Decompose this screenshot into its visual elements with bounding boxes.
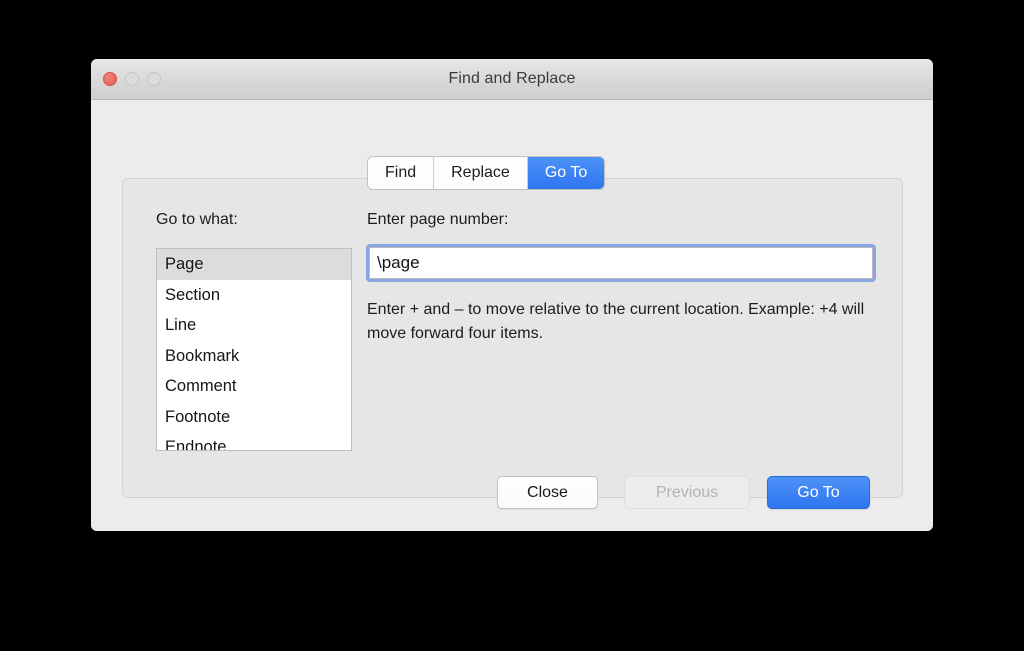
help-text: Enter + and – to move relative to the cu… bbox=[367, 298, 872, 346]
go-to-what-label: Go to what: bbox=[156, 211, 238, 229]
mode-tabs[interactable]: Find Replace Go To bbox=[368, 157, 604, 189]
list-item[interactable]: Bookmark bbox=[157, 341, 351, 372]
list-item[interactable]: Page bbox=[157, 249, 351, 280]
dialog-body: Find Replace Go To Go to what: Enter pag… bbox=[91, 100, 933, 531]
close-button[interactable]: Close bbox=[497, 476, 598, 509]
page-number-field-focus-ring bbox=[366, 244, 876, 282]
tab-find[interactable]: Find bbox=[368, 157, 434, 189]
enter-page-number-label: Enter page number: bbox=[367, 211, 508, 229]
window-title: Find and Replace bbox=[91, 70, 933, 88]
tab-replace[interactable]: Replace bbox=[434, 157, 528, 189]
page-number-input[interactable] bbox=[369, 247, 873, 279]
list-item[interactable]: Section bbox=[157, 280, 351, 311]
window-titlebar: Find and Replace bbox=[91, 59, 933, 100]
list-item[interactable]: Endnote bbox=[157, 432, 351, 451]
go-to-what-list[interactable]: Page Section Line Bookmark Comment Footn… bbox=[156, 248, 352, 451]
list-item[interactable]: Footnote bbox=[157, 402, 351, 433]
go-to-button[interactable]: Go To bbox=[767, 476, 870, 509]
previous-button: Previous bbox=[624, 476, 750, 509]
list-item[interactable]: Comment bbox=[157, 371, 351, 402]
list-item[interactable]: Line bbox=[157, 310, 351, 341]
find-and-replace-window: Find and Replace Find Replace Go To Go t… bbox=[91, 59, 933, 531]
tab-go-to[interactable]: Go To bbox=[528, 157, 604, 189]
